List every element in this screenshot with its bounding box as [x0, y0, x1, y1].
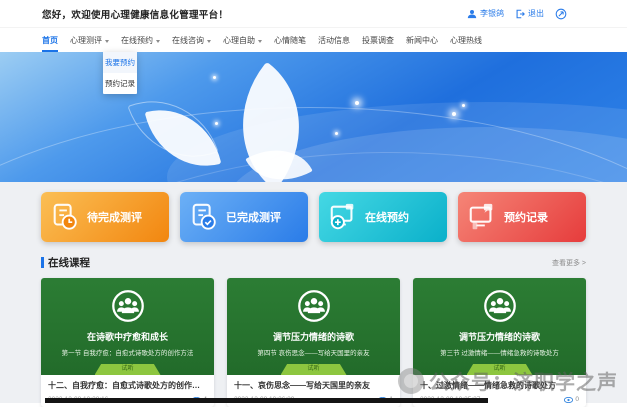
course-cover-subtitle: 第一节 自我疗愈：自愈式诗歌处方的创作方法: [61, 350, 194, 357]
hero-banner: [0, 52, 627, 182]
pending-assessment-card[interactable]: 待完成测评: [41, 192, 169, 242]
eye-icon: [564, 396, 574, 403]
course-badge: 试听: [94, 364, 161, 375]
course-card[interactable]: 调节压力情绪的诗歌 第四节 哀伤思念——写给天国里的亲友 试听 十一、哀伤思念—…: [227, 278, 400, 407]
shortcut-label: 待完成测评: [87, 212, 142, 224]
online-booking-card[interactable]: 在线预约: [319, 192, 447, 242]
topbar: 您好，欢迎使用心理健康信息化管理平台！ 李银鸽 退出: [0, 0, 627, 28]
online-courses-section-header: 在线课程 查看更多 >: [41, 255, 586, 270]
user-icon: [467, 9, 477, 18]
logout-label: 退出: [528, 9, 544, 18]
bottom-cutoff-bar: [45, 398, 488, 403]
pending-assessment-icon: [53, 203, 77, 230]
section-accent-bar: [41, 257, 44, 268]
logout-icon: [516, 9, 525, 18]
theme-toggle-button[interactable]: [555, 8, 567, 20]
chevron-down-icon: [258, 39, 262, 43]
circle-arrow-icon: [555, 8, 567, 19]
welcome-greeting: 您好，欢迎使用心理健康信息化管理平台！: [42, 9, 229, 21]
nav-item-activities[interactable]: 活动信息: [318, 35, 350, 52]
sparkle-star: [452, 112, 456, 116]
booking-record-icon: [469, 203, 493, 230]
chevron-down-icon: [105, 39, 109, 43]
course-cover-subtitle: 第三节 过激情绪——情绪急救的诗歌处方: [440, 350, 559, 357]
shortcut-label: 预约记录: [504, 212, 548, 224]
dropdown-item-booking-records[interactable]: 预约记录: [103, 73, 137, 94]
course-cover-title: 调节压力情绪的诗歌: [458, 332, 540, 342]
shortcut-label: 已完成测评: [226, 212, 281, 224]
course-cards-row: 在诗歌中疗愈和成长 第一节 自我疗愈：自愈式诗歌处方的创作方法 试听 十二、自我…: [41, 278, 586, 407]
main-nav: 首页 心理测评 在线预约 在线咨询 心理自助 心情随笔 活动信息 投票调查 新闻…: [0, 28, 627, 52]
sparkle-dot: [335, 132, 338, 135]
course-title: 十一、哀伤思念——写给天国里的亲友: [234, 381, 370, 390]
nav-item-home[interactable]: 首页: [42, 35, 58, 52]
sparkle-dot: [215, 122, 218, 125]
main-content-area: 待完成测评 已完成测评 在线预约 预约记录 在线课程 查看更多 > 在诗歌中疗愈…: [0, 182, 627, 407]
nav-item-hotline[interactable]: 心理热线: [450, 35, 482, 52]
people-group-icon: [111, 290, 144, 322]
course-cover: 调节压力情绪的诗歌 第四节 哀伤思念——写给天国里的亲友 试听: [227, 278, 400, 375]
chevron-down-icon: [207, 39, 211, 43]
user-account-link[interactable]: 李银鸽: [467, 8, 504, 19]
course-cover-title: 在诗歌中疗愈和成长: [86, 332, 168, 342]
people-group-icon: [483, 290, 516, 322]
course-card[interactable]: 调节压力情绪的诗歌 第三节 过激情绪——情绪急救的诗歌处方 试听 十、过激情绪—…: [413, 278, 586, 407]
course-cover-title: 调节压力情绪的诗歌: [272, 332, 354, 342]
course-title: 十二、自我疗愈：自愈式诗歌处方的创作方法: [48, 381, 207, 390]
course-cover-subtitle: 第四节 哀伤思念——写给天国里的亲友: [257, 350, 370, 357]
sparkle-dot: [462, 104, 465, 107]
shortcut-cards-row: 待完成测评 已完成测评 在线预约 预约记录: [41, 182, 586, 242]
nav-item-mood-notes[interactable]: 心情随笔: [274, 35, 306, 52]
course-title: 十、过激情绪——情绪急救的诗歌处方: [420, 381, 556, 390]
username-label: 李银鸽: [480, 9, 504, 18]
logout-button[interactable]: 退出: [515, 8, 544, 19]
course-badge: 试听: [280, 364, 347, 375]
online-booking-icon: [330, 203, 354, 230]
booking-record-card[interactable]: 预约记录: [458, 192, 586, 242]
section-title: 在线课程: [41, 255, 90, 270]
course-badge: 试听: [466, 364, 533, 375]
people-group-icon: [297, 290, 330, 322]
course-cover: 调节压力情绪的诗歌 第三节 过激情绪——情绪急救的诗歌处方 试听: [413, 278, 586, 375]
nav-item-booking[interactable]: 在线预约: [121, 35, 160, 52]
nav-item-votes[interactable]: 投票调查: [362, 35, 394, 52]
nav-item-assessment[interactable]: 心理测评: [70, 35, 109, 52]
course-card[interactable]: 在诗歌中疗愈和成长 第一节 自我疗愈：自愈式诗歌处方的创作方法 试听 十二、自我…: [41, 278, 214, 407]
view-count: 0: [575, 396, 579, 403]
course-views: 0: [564, 396, 579, 403]
nav-item-selfhelp[interactable]: 心理自助: [223, 35, 262, 52]
completed-assessment-icon: [192, 203, 216, 230]
completed-assessment-card[interactable]: 已完成测评: [180, 192, 308, 242]
sparkle-star: [355, 101, 359, 105]
view-more-link[interactable]: 查看更多 >: [552, 258, 586, 268]
course-cover: 在诗歌中疗愈和成长 第一节 自我疗愈：自愈式诗歌处方的创作方法 试听: [41, 278, 214, 375]
chevron-down-icon: [156, 39, 160, 43]
shortcut-label: 在线预约: [365, 212, 409, 224]
nav-item-consult[interactable]: 在线咨询: [172, 35, 211, 52]
topbar-actions: 李银鸽 退出: [467, 8, 567, 20]
dropdown-item-make-booking[interactable]: 我要预约: [103, 52, 137, 73]
nav-item-news[interactable]: 新闻中心: [406, 35, 438, 52]
booking-dropdown-menu: 我要预约 预约记录: [103, 52, 137, 94]
sparkle-dot: [213, 76, 216, 79]
